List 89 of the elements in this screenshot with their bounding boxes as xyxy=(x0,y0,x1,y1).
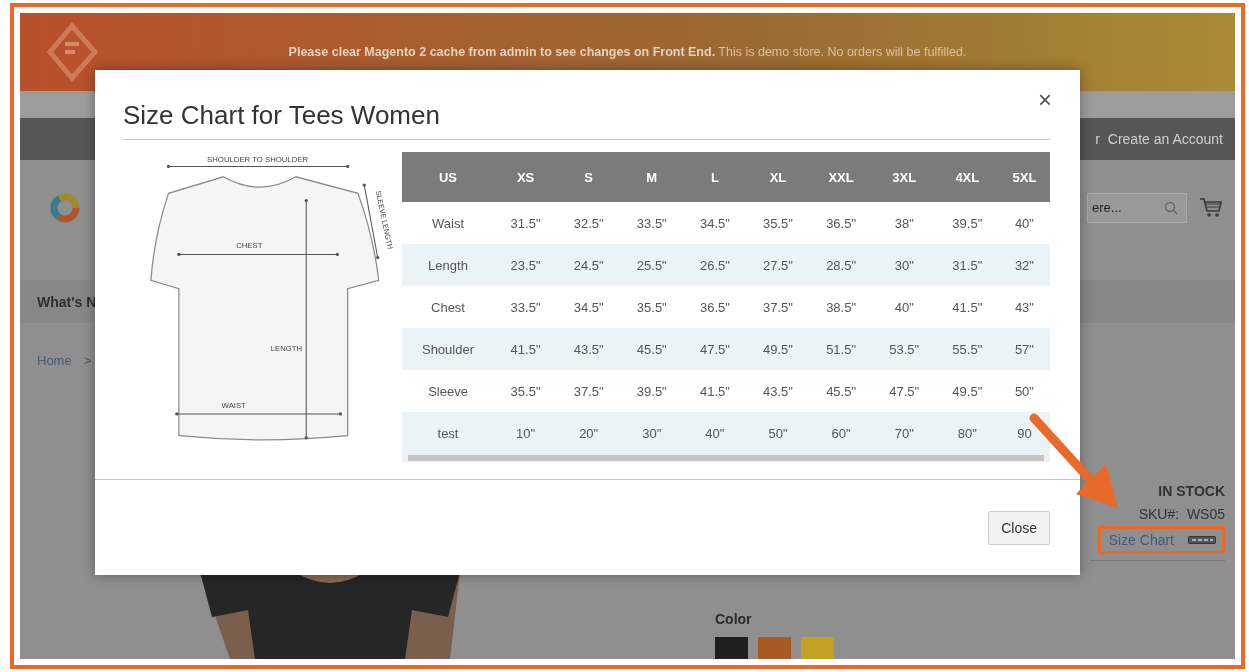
table-cell: 53.5" xyxy=(872,328,936,370)
table-cell: 26.5" xyxy=(683,244,747,286)
table-cell: 35.5" xyxy=(746,202,810,244)
table-cell: 24.5" xyxy=(557,244,621,286)
table-cell: 10" xyxy=(494,412,558,454)
row-header: Shoulder xyxy=(402,328,494,370)
dialog-title: Size Chart for Tees Women xyxy=(123,100,440,130)
table-cell: 40" xyxy=(998,202,1050,244)
color-label: Color xyxy=(715,611,753,627)
table-cell: 33.5" xyxy=(620,202,684,244)
table-cell: 47.5" xyxy=(683,328,747,370)
table-cell: 28.5" xyxy=(809,244,873,286)
column-header: 5XL xyxy=(998,152,1050,202)
column-header: XL xyxy=(746,152,810,202)
account-link[interactable]: Create an Account xyxy=(1107,131,1223,147)
table-cell: 39.5" xyxy=(935,202,999,244)
table-cell: 40" xyxy=(872,286,936,328)
table-cell: 36.5" xyxy=(683,286,747,328)
table-cell: 55.5" xyxy=(935,328,999,370)
table-cell: 35.5" xyxy=(620,286,684,328)
row-header: test xyxy=(402,412,494,454)
row-header: Waist xyxy=(402,202,494,244)
table-cell: 23.5" xyxy=(494,244,558,286)
row-header: Chest xyxy=(402,286,494,328)
table-cell: 60" xyxy=(809,412,873,454)
table-cell: 80" xyxy=(935,412,999,454)
account-link[interactable]: r xyxy=(1095,131,1100,147)
table-cell: 34.5" xyxy=(683,202,747,244)
column-header: US xyxy=(402,152,494,202)
table-cell: 34.5" xyxy=(557,286,621,328)
column-header: XXL xyxy=(809,152,873,202)
stock-status: IN STOCK xyxy=(1158,483,1225,499)
table-cell: 50" xyxy=(998,370,1050,412)
table-cell: 51.5" xyxy=(809,328,873,370)
color-swatch[interactable] xyxy=(801,637,834,659)
table-cell: 43.5" xyxy=(557,328,621,370)
search-icon[interactable] xyxy=(1164,200,1178,215)
ruler-icon xyxy=(1188,536,1216,544)
table-cell: 39.5" xyxy=(620,370,684,412)
column-header: 3XL xyxy=(872,152,936,202)
color-swatch[interactable] xyxy=(715,637,748,659)
table-cell: 43.5" xyxy=(746,370,810,412)
table-cell: 30" xyxy=(620,412,684,454)
row-header: Sleeve xyxy=(402,370,494,412)
table-cell: 43" xyxy=(998,286,1050,328)
sku-text: SKU#: WS05 xyxy=(1138,506,1225,522)
table-cell: 32.5" xyxy=(557,202,621,244)
cart-icon[interactable] xyxy=(1199,196,1223,219)
table-cell: 70" xyxy=(872,412,936,454)
logo-icon xyxy=(45,22,100,82)
column-header: 4XL xyxy=(935,152,999,202)
table-cell: 37.5" xyxy=(746,286,810,328)
column-header: XS xyxy=(494,152,558,202)
close-button[interactable]: × xyxy=(1038,88,1052,112)
table-cell: 38" xyxy=(872,202,936,244)
close-button[interactable]: Close xyxy=(988,510,1050,545)
table-cell: 45.5" xyxy=(809,370,873,412)
table-cell: 27.5" xyxy=(746,244,810,286)
column-header: S xyxy=(557,152,621,202)
table-cell: 49.5" xyxy=(746,328,810,370)
table-cell: 20" xyxy=(557,412,621,454)
table-cell: 36.5" xyxy=(809,202,873,244)
table-cell: 35.5" xyxy=(494,370,558,412)
table-cell: 41.5" xyxy=(935,286,999,328)
row-header: Length xyxy=(402,244,494,286)
search-field[interactable]: ere... xyxy=(1087,192,1187,223)
column-header: L xyxy=(683,152,747,202)
table-cell: 38.5" xyxy=(809,286,873,328)
table-cell: 40" xyxy=(683,412,747,454)
table-cell: 47.5" xyxy=(872,370,936,412)
table-cell: 49.5" xyxy=(935,370,999,412)
color-swatch[interactable] xyxy=(758,637,791,659)
column-header: M xyxy=(620,152,684,202)
breadcrumb-separator: > xyxy=(83,353,92,368)
table-cell: 33.5" xyxy=(494,286,558,328)
nav-item[interactable]: What's N xyxy=(37,293,97,310)
table-cell: 45.5" xyxy=(620,328,684,370)
table-cell: 31.5" xyxy=(935,244,999,286)
table-cell: 50" xyxy=(746,412,810,454)
table-cell: 25.5" xyxy=(620,244,684,286)
table-cell: 30" xyxy=(872,244,936,286)
notice-text: Please clear Magento 2 cache from admin to see changes on Front End. This is demo store. No orders will be fulfilled. xyxy=(287,45,968,59)
scrollbar[interactable] xyxy=(402,454,1050,462)
table-cell: 37.5" xyxy=(557,370,621,412)
table-cell: 32" xyxy=(998,244,1050,286)
table-cell: 41.5" xyxy=(494,328,558,370)
table-cell: 57" xyxy=(998,328,1050,370)
table-cell: 41.5" xyxy=(683,370,747,412)
table-cell: 31.5" xyxy=(494,202,558,244)
